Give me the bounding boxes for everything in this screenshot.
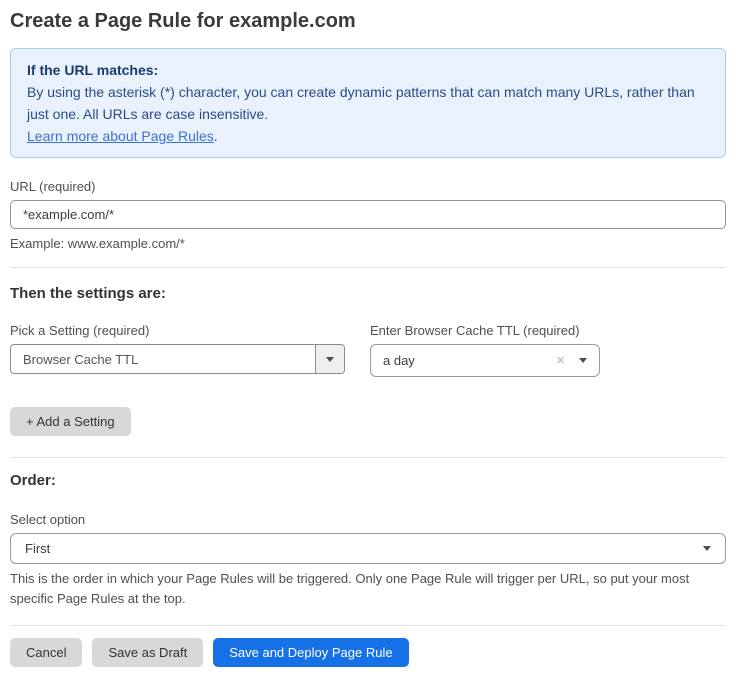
add-setting-button[interactable]: + Add a Setting: [10, 407, 131, 436]
ttl-column: Enter Browser Cache TTL (required) a day…: [370, 323, 600, 377]
divider: [10, 457, 726, 458]
info-box-body: By using the asterisk (*) character, you…: [27, 81, 709, 125]
caret-down-icon: [579, 358, 587, 363]
setting-select-label: Pick a Setting (required): [10, 323, 345, 338]
order-help-text: This is the order in which your Page Rul…: [10, 569, 710, 609]
page-title: Create a Page Rule for example.com: [10, 8, 726, 34]
ttl-select-label: Enter Browser Cache TTL (required): [370, 323, 600, 338]
setting-select-value: Browser Cache TTL: [11, 345, 315, 373]
ttl-select[interactable]: a day ×: [370, 344, 600, 377]
save-deploy-button[interactable]: Save and Deploy Page Rule: [213, 638, 408, 667]
divider: [10, 625, 726, 626]
cancel-button[interactable]: Cancel: [10, 638, 82, 667]
setting-select[interactable]: Browser Cache TTL: [10, 344, 345, 374]
order-select-label: Select option: [10, 512, 726, 527]
clear-icon[interactable]: ×: [556, 353, 565, 368]
order-select[interactable]: First: [10, 533, 726, 564]
info-link-row: Learn more about Page Rules.: [27, 125, 709, 147]
save-draft-button[interactable]: Save as Draft: [92, 638, 203, 667]
info-box-heading: If the URL matches:: [27, 59, 709, 81]
order-section-heading: Order:: [10, 472, 726, 490]
caret-down-icon: [315, 345, 344, 373]
divider: [10, 267, 726, 268]
learn-more-link[interactable]: Learn more about Page Rules: [27, 128, 214, 144]
ttl-select-value: a day: [383, 353, 556, 368]
setting-column: Pick a Setting (required) Browser Cache …: [10, 323, 345, 377]
settings-row: Pick a Setting (required) Browser Cache …: [10, 323, 726, 377]
url-label: URL (required): [10, 179, 726, 194]
caret-down-icon: [703, 546, 711, 551]
url-example-text: Example: www.example.com/*: [10, 236, 726, 251]
form-actions: Cancel Save as Draft Save and Deploy Pag…: [10, 638, 726, 667]
order-select-value: First: [25, 541, 703, 556]
url-input[interactable]: [10, 200, 726, 229]
create-page-rule-form: Create a Page Rule for example.com If th…: [0, 0, 736, 667]
link-suffix: .: [214, 128, 218, 144]
settings-section-heading: Then the settings are:: [10, 285, 726, 303]
url-match-info-box: If the URL matches: By using the asteris…: [10, 48, 726, 158]
